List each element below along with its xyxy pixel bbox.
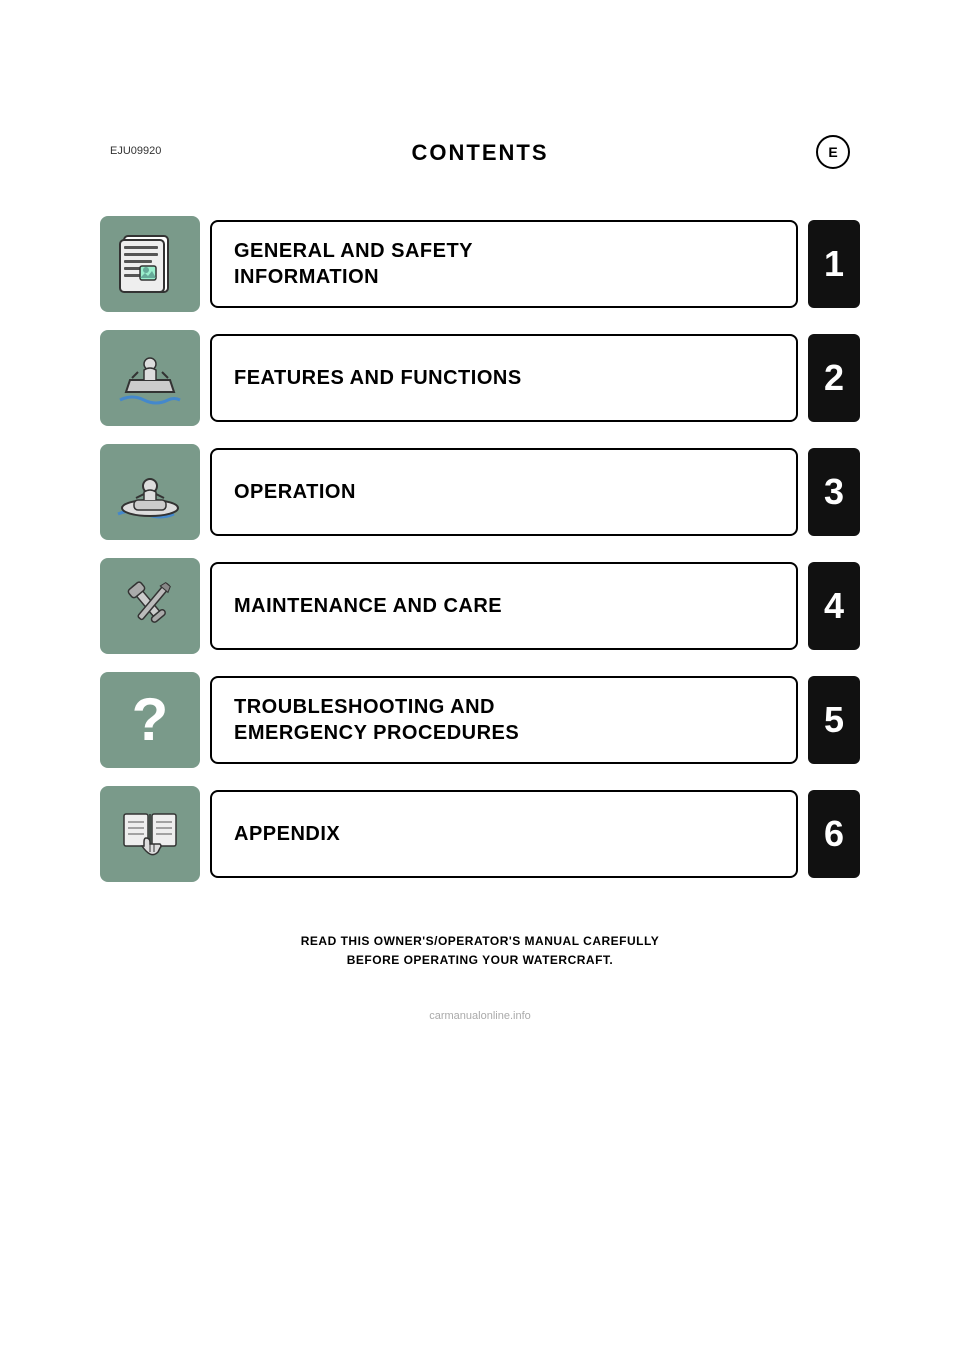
- header-area: EJU09920 CONTENTS E: [0, 0, 960, 186]
- page: EJU09920 CONTENTS E: [0, 0, 960, 1358]
- icon-box-3: [100, 444, 200, 540]
- toc-row-2[interactable]: FEATURES AND FUNCTIONS 2: [100, 330, 860, 426]
- manual-icon: [114, 228, 186, 300]
- number-box-1: 1: [808, 220, 860, 308]
- label-box-1[interactable]: GENERAL AND SAFETYINFORMATION: [210, 220, 798, 308]
- icon-box-5: ?: [100, 672, 200, 768]
- toc-row-5[interactable]: ? TROUBLESHOOTING ANDEMERGENCY PROCEDURE…: [100, 672, 860, 768]
- icon-box-4: [100, 558, 200, 654]
- number-box-2: 2: [808, 334, 860, 422]
- icon-box-1: [100, 216, 200, 312]
- toc-number-1: 1: [824, 243, 844, 285]
- toc-row-3[interactable]: OPERATION 3: [100, 444, 860, 540]
- toc-number-4: 4: [824, 585, 844, 627]
- toc-row-4[interactable]: MAINTENANCE AND CARE 4: [100, 558, 860, 654]
- toc-number-5: 5: [824, 699, 844, 741]
- label-box-3[interactable]: OPERATION: [210, 448, 798, 536]
- label-box-6[interactable]: APPENDIX: [210, 790, 798, 878]
- toc-number-2: 2: [824, 357, 844, 399]
- label-box-4[interactable]: MAINTENANCE AND CARE: [210, 562, 798, 650]
- page-title: CONTENTS: [412, 140, 549, 166]
- watercraft-icon: [114, 342, 186, 414]
- booklet-icon: [114, 798, 186, 870]
- contents-area: GENERAL AND SAFETYINFORMATION 1: [0, 186, 960, 912]
- icon-box-6: [100, 786, 200, 882]
- toc-label-5: TROUBLESHOOTING ANDEMERGENCY PROCEDURES: [234, 694, 519, 746]
- question-icon: ?: [114, 684, 186, 756]
- toc-number-3: 3: [824, 471, 844, 513]
- rider-icon: [114, 456, 186, 528]
- number-box-4: 4: [808, 562, 860, 650]
- watermark: carmanualonline.info: [0, 1010, 960, 1022]
- label-box-2[interactable]: FEATURES AND FUNCTIONS: [210, 334, 798, 422]
- tools-icon: [114, 570, 186, 642]
- number-box-6: 6: [808, 790, 860, 878]
- svg-text:?: ?: [132, 686, 169, 753]
- toc-row-6[interactable]: APPENDIX 6: [100, 786, 860, 882]
- label-box-5[interactable]: TROUBLESHOOTING ANDEMERGENCY PROCEDURES: [210, 676, 798, 764]
- toc-number-6: 6: [824, 813, 844, 855]
- toc-label-6: APPENDIX: [234, 821, 340, 847]
- number-box-5: 5: [808, 676, 860, 764]
- toc-label-3: OPERATION: [234, 479, 356, 505]
- toc-label-4: MAINTENANCE AND CARE: [234, 593, 502, 619]
- doc-code: EJU09920: [110, 145, 161, 157]
- icon-box-2: [100, 330, 200, 426]
- toc-label-1: GENERAL AND SAFETYINFORMATION: [234, 238, 473, 290]
- lang-badge: E: [816, 135, 850, 169]
- toc-row-1[interactable]: GENERAL AND SAFETYINFORMATION 1: [100, 216, 860, 312]
- number-box-3: 3: [808, 448, 860, 536]
- toc-label-2: FEATURES AND FUNCTIONS: [234, 365, 522, 391]
- footer-text: READ THIS OWNER'S/OPERATOR'S MANUAL CARE…: [0, 932, 960, 970]
